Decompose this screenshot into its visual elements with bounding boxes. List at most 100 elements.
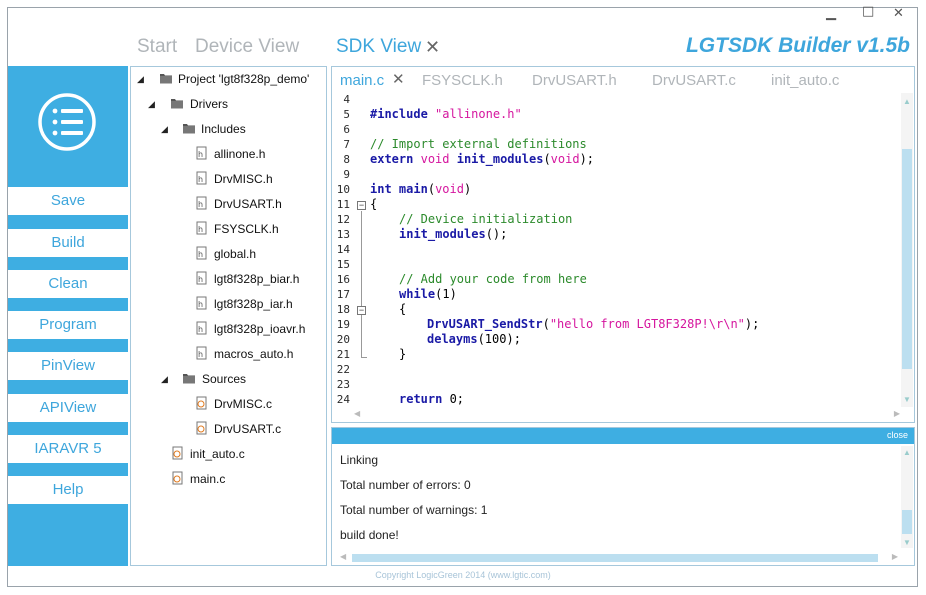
source-file-icon [196, 396, 207, 410]
output-line: Total number of warnings: 1 [340, 503, 488, 517]
project-tree: ◢ Project 'lgt8f328p_demo' ◢ Drivers ◢ I… [130, 66, 327, 566]
svg-text:h: h [198, 225, 203, 234]
tree-item-includes[interactable]: Includes [201, 120, 246, 138]
tree-item-file[interactable]: global.h [214, 245, 256, 263]
source-file-icon [172, 471, 183, 485]
editor-tab-drvusart-h[interactable]: DrvUSART.h [532, 72, 617, 89]
output-line: Total number of errors: 0 [340, 478, 471, 492]
source-file-icon [196, 421, 207, 435]
expand-arrow-icon[interactable]: ◢ [161, 374, 168, 385]
fold-toggle-icon[interactable]: − [357, 306, 366, 315]
editor-tabs: main.c ✕ FSYSCLK.h DrvUSART.h DrvUSART.c… [332, 67, 914, 93]
tree-item-file[interactable]: lgt8f328p_ioavr.h [214, 320, 305, 338]
output-horizontal-scrollbar[interactable]: ◀ ▶ [340, 552, 898, 563]
tree-item-file[interactable]: DrvUSART.h [214, 195, 282, 213]
scrollbar-thumb[interactable] [352, 554, 878, 562]
code-editor: main.c ✕ FSYSCLK.h DrvUSART.h DrvUSART.c… [331, 66, 915, 423]
output-line: Linking [340, 453, 379, 467]
editor-horizontal-scrollbar[interactable]: ◀ ▶ [354, 409, 900, 421]
clean-button[interactable]: Clean [8, 270, 128, 298]
tree-item-file[interactable]: lgt8f328p_iar.h [214, 295, 293, 313]
output-vertical-scrollbar[interactable]: ▲ ▼ [901, 446, 913, 548]
svg-text:h: h [198, 200, 203, 209]
code-line-7: // Import external definitions [370, 137, 587, 151]
tab-device-view[interactable]: Device View [195, 36, 299, 58]
editor-tab-main-c[interactable]: main.c [340, 72, 384, 89]
expand-arrow-icon[interactable]: ◢ [137, 74, 144, 85]
tree-item-project[interactable]: Project 'lgt8f328p_demo' [178, 70, 309, 88]
tree-item-sources[interactable]: Sources [202, 370, 246, 388]
build-output-panel: close Linking Total number of errors: 0 … [331, 427, 915, 566]
tree-item-file[interactable]: DrvMISC.h [214, 170, 273, 188]
pinview-button[interactable]: PinView [8, 352, 128, 380]
code-line-18: while(1) [399, 287, 457, 301]
tree-item-file[interactable]: macros_auto.h [214, 345, 293, 363]
fold-guide [361, 315, 362, 357]
scroll-left-icon[interactable]: ◀ [354, 409, 360, 418]
header-file-icon: h [196, 246, 207, 260]
tree-item-file[interactable]: init_auto.c [190, 445, 245, 463]
header-file-icon: h [196, 296, 207, 310]
folder-icon [183, 124, 195, 134]
tree-item-file[interactable]: DrvUSART.c [214, 420, 281, 438]
tree-item-file[interactable]: DrvMISC.c [214, 395, 272, 413]
program-button[interactable]: Program [8, 311, 128, 339]
scroll-left-icon[interactable]: ◀ [340, 552, 346, 561]
expand-arrow-icon[interactable]: ◢ [161, 124, 168, 135]
folder-icon [160, 74, 172, 84]
scroll-down-icon[interactable]: ▼ [903, 395, 911, 404]
header-file-icon: h [196, 321, 207, 335]
scroll-up-icon[interactable]: ▲ [903, 97, 911, 106]
editor-tab-fsysclk-h[interactable]: FSYSCLK.h [422, 72, 503, 89]
code-line-12: // Device initialization [399, 212, 573, 226]
save-button[interactable]: Save [8, 187, 128, 215]
maximize-button[interactable]: □ [862, 4, 874, 19]
editor-tab-drvusart-c[interactable]: DrvUSART.c [652, 72, 736, 89]
expand-arrow-icon[interactable]: ◢ [148, 99, 155, 110]
build-button[interactable]: Build [8, 229, 128, 257]
header-file-icon: h [196, 146, 207, 160]
code-line-17: // Add your code from here [399, 272, 587, 286]
code-line-19: { [399, 302, 407, 316]
close-tab-icon[interactable]: ✕ [392, 70, 405, 88]
tree-item-file[interactable]: allinone.h [214, 145, 265, 163]
minimize-button[interactable]: ▁ [826, 6, 836, 21]
header-file-icon: h [196, 196, 207, 210]
scroll-down-icon[interactable]: ▼ [903, 538, 911, 547]
code-line-21: delayms(100); [427, 332, 521, 346]
header-file-icon: h [196, 221, 207, 235]
editor-vertical-scrollbar[interactable]: ▲ ▼ [901, 93, 913, 407]
header-file-icon: h [196, 271, 207, 285]
tree-item-file[interactable]: main.c [190, 470, 225, 488]
tab-sdk-view[interactable]: SDK View [336, 36, 421, 58]
close-window-button[interactable]: ✕ [893, 6, 904, 21]
output-close-button[interactable]: close [887, 430, 908, 440]
code-line-11: { [370, 197, 378, 211]
svg-text:h: h [198, 150, 203, 159]
header-file-icon: h [196, 346, 207, 360]
code-line-8: extern void init_modules(void); [370, 152, 595, 166]
tree-item-drivers[interactable]: Drivers [190, 95, 228, 113]
app-title: LGTSDK Builder v1.5b [685, 34, 910, 57]
iaravr-button[interactable]: IARAVR 5 [8, 435, 128, 463]
fold-toggle-icon[interactable]: − [357, 201, 366, 210]
svg-text:h: h [198, 325, 203, 334]
editor-tab-init-auto-c[interactable]: init_auto.c [771, 72, 839, 89]
apiview-button[interactable]: APIView [8, 394, 128, 422]
folder-icon [171, 99, 183, 109]
scroll-up-icon[interactable]: ▲ [903, 448, 911, 457]
scroll-right-icon[interactable]: ▶ [892, 552, 898, 561]
output-header: close [332, 428, 914, 444]
copyright-footer: Copyright LogicGreen 2014 (www.lgtic.com… [375, 570, 551, 580]
fold-guide [361, 211, 362, 306]
scroll-right-icon[interactable]: ▶ [894, 409, 900, 418]
svg-text:h: h [198, 275, 203, 284]
tab-start[interactable]: Start [137, 36, 177, 58]
scrollbar-thumb[interactable] [902, 149, 912, 369]
tree-item-file[interactable]: lgt8f328p_biar.h [214, 270, 299, 288]
close-sdk-view-icon[interactable]: ✕ [425, 37, 440, 58]
scrollbar-thumb[interactable] [902, 510, 912, 534]
tree-item-file[interactable]: FSYSCLK.h [214, 220, 279, 238]
code-line-20: DrvUSART_SendStr("hello from LGT8F328P!\… [427, 317, 760, 331]
help-button[interactable]: Help [8, 476, 128, 504]
